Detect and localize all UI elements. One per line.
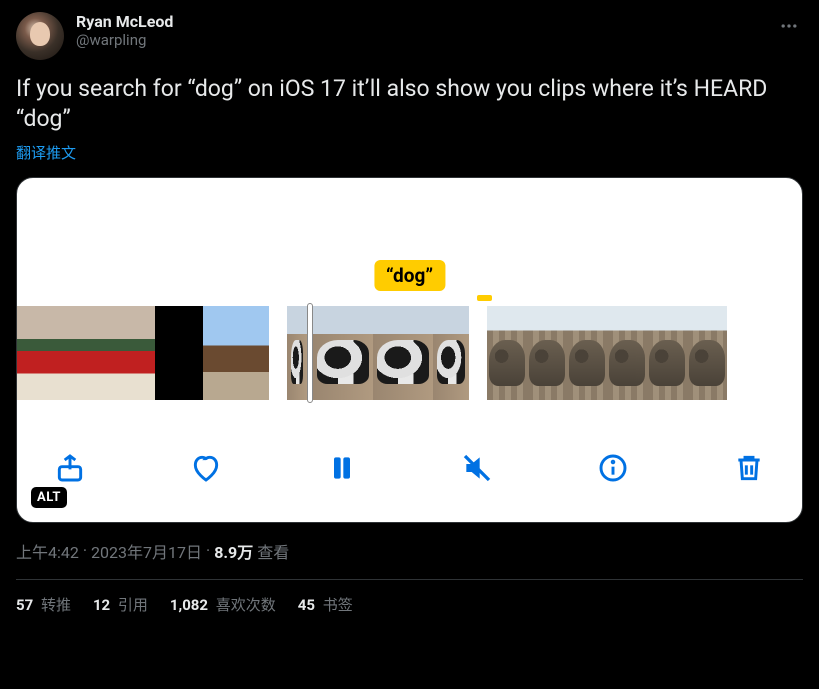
- dot: ·: [206, 541, 210, 560]
- clip-group[interactable]: [287, 306, 469, 400]
- user-block[interactable]: Ryan McLeod @warpling: [76, 12, 173, 49]
- timeline-thumb: [313, 306, 373, 400]
- timeline-thumb: [287, 306, 307, 400]
- info-button[interactable]: [592, 447, 634, 489]
- timeline-thumb: [251, 306, 269, 400]
- quotes-stat[interactable]: 12 引用: [93, 594, 148, 615]
- media-inner: “dog”: [17, 178, 802, 522]
- share-button[interactable]: [49, 447, 91, 489]
- timeline-thumb: [59, 306, 107, 400]
- clip-group[interactable]: [487, 306, 727, 400]
- like-button[interactable]: [185, 447, 227, 489]
- user-handle: @warpling: [76, 31, 173, 49]
- date[interactable]: 2023年7月17日: [91, 539, 202, 563]
- retweets-stat[interactable]: 57 转推: [16, 594, 71, 615]
- timeline-thumb: [373, 306, 433, 400]
- timeline-thumb: [487, 306, 527, 400]
- views-label: 查看: [257, 539, 289, 563]
- alt-badge[interactable]: ALT: [31, 487, 67, 508]
- timeline-thumb: [687, 306, 727, 400]
- bookmarks-stat[interactable]: 45 书签: [298, 594, 353, 615]
- pause-button[interactable]: [321, 447, 363, 489]
- mute-button[interactable]: [456, 447, 498, 489]
- tweet: Ryan McLeod @warpling If you search for …: [0, 0, 819, 627]
- tweet-meta: 上午4:42 · 2023年7月17日 · 8.9万 查看: [16, 539, 803, 563]
- search-caption-bubble: “dog”: [374, 260, 445, 291]
- playhead-marker: [477, 295, 492, 301]
- timeline-thumb: [527, 306, 567, 400]
- tweet-text: If you search for “dog” on iOS 17 it’ll …: [16, 74, 803, 134]
- timeline-thumb: [107, 306, 155, 400]
- avatar[interactable]: [16, 12, 64, 60]
- timeline-thumb: [203, 306, 251, 400]
- tweet-stats: 57 转推 12 引用 1,082 喜欢次数 45 书签: [16, 594, 803, 615]
- timeline-thumb: [155, 306, 203, 400]
- dot: ·: [83, 541, 87, 560]
- divider: [16, 579, 803, 580]
- timeline-thumb: [16, 306, 59, 400]
- clip-group[interactable]: [16, 306, 269, 400]
- timeline-thumb: [607, 306, 647, 400]
- translate-link[interactable]: 翻译推文: [16, 142, 76, 163]
- display-name: Ryan McLeod: [76, 12, 173, 31]
- tweet-header: Ryan McLeod @warpling: [16, 12, 803, 60]
- timestamp[interactable]: 上午4:42: [16, 539, 79, 563]
- more-button[interactable]: [775, 12, 803, 40]
- trash-button[interactable]: [728, 447, 770, 489]
- media-attachment[interactable]: “dog”: [16, 177, 803, 523]
- timeline-thumb: [567, 306, 607, 400]
- likes-stat[interactable]: 1,082 喜欢次数: [170, 594, 276, 615]
- video-timeline[interactable]: [17, 306, 802, 400]
- timeline-thumb: [433, 306, 469, 400]
- views-count: 8.9万: [214, 539, 253, 563]
- video-toolbar: [17, 438, 802, 498]
- timeline-thumb: [647, 306, 687, 400]
